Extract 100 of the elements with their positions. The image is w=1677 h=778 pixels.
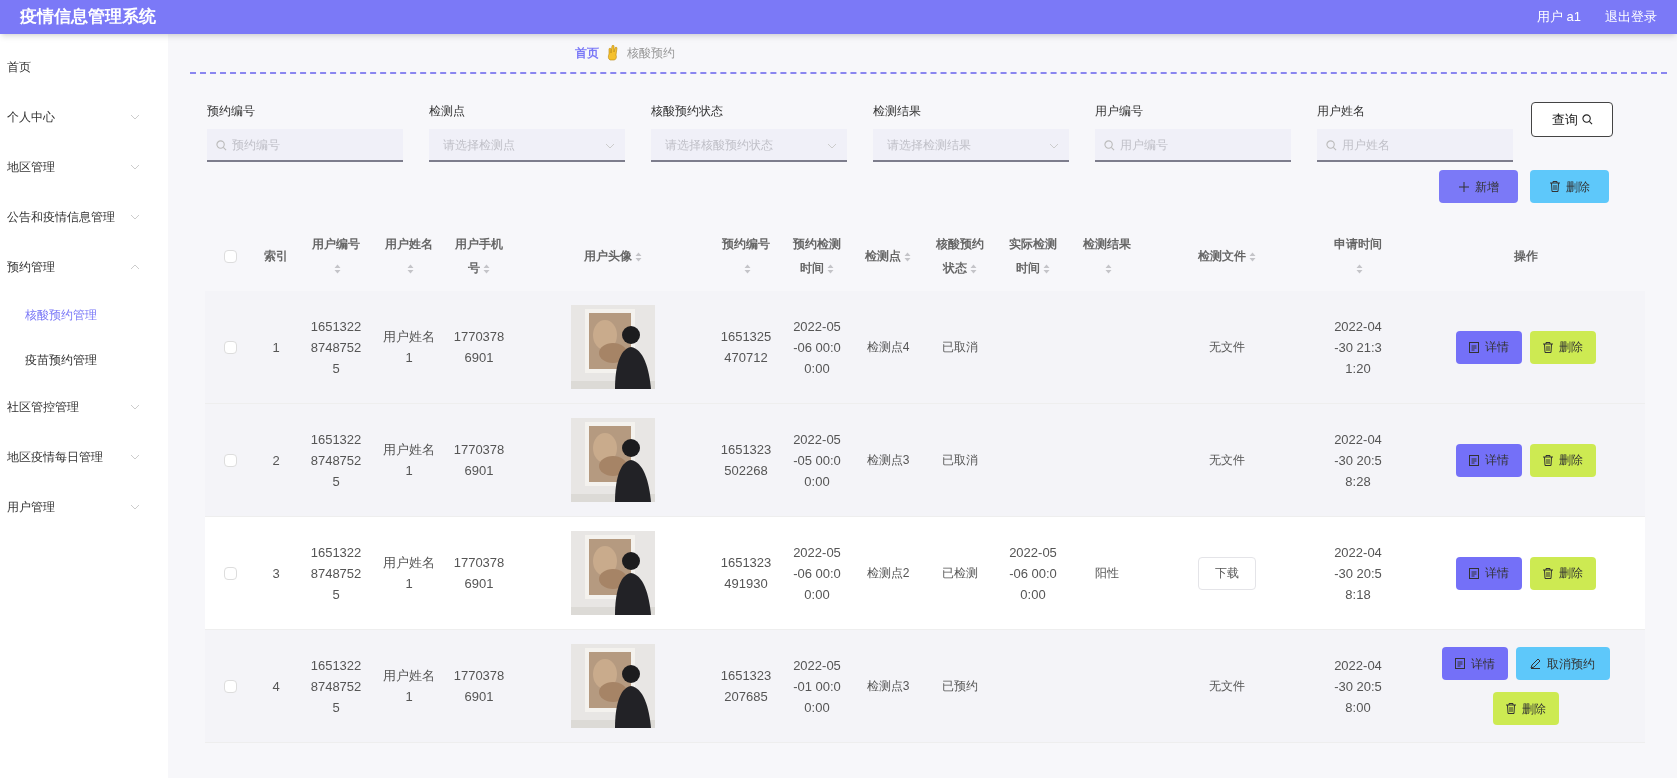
table-cell-text: 2022-04-30 20:58:28 xyxy=(1333,430,1383,491)
table-cell-text: 已预约 xyxy=(942,678,978,695)
sort-icon xyxy=(1105,263,1112,274)
checkbox[interactable] xyxy=(223,453,237,467)
table-cell-text: 无文件 xyxy=(1209,452,1245,469)
sidebar-item[interactable]: 公告和疫情信息管理 xyxy=(0,192,168,242)
trash-icon xyxy=(1542,567,1553,579)
delete-button[interactable]: 删除 xyxy=(1530,170,1609,203)
detail-button[interactable]: 详情 xyxy=(1455,556,1522,590)
table-cell-text: 165132287487525 xyxy=(310,543,362,604)
column-header[interactable]: 实际检测时间 xyxy=(1005,232,1061,280)
breadcrumb-link[interactable]: 首页 xyxy=(575,44,599,62)
detail-button[interactable]: 详情 xyxy=(1441,647,1508,680)
checkbox[interactable] xyxy=(223,566,237,580)
table-cell-text: 检测点2 xyxy=(866,565,910,582)
column-header[interactable]: 核酸预约状态 xyxy=(932,232,988,280)
sidebar-item[interactable]: 首页 xyxy=(0,42,168,92)
trash-icon xyxy=(1549,181,1560,192)
column-header[interactable]: 用户姓名 xyxy=(381,232,437,280)
table-cell-text: 用户姓名1 xyxy=(382,667,436,706)
sidebar-item[interactable]: 预约管理 xyxy=(0,242,168,292)
column-header[interactable]: 用户手机号 xyxy=(451,232,507,280)
search-icon xyxy=(1326,140,1337,151)
table-cell-text: 2 xyxy=(271,451,281,470)
table-cell-text: 2022-05-05 00:00:00 xyxy=(792,430,842,491)
document-icon xyxy=(1468,454,1479,466)
sidebar-item[interactable]: 社区管控管理 xyxy=(0,382,168,432)
filter-label: 检测点 xyxy=(429,103,466,120)
cancel-booking-button[interactable]: 取消预约 xyxy=(1515,647,1610,680)
column-header[interactable]: 检测结果 xyxy=(1079,232,1135,280)
table-cell-text: 检测点3 xyxy=(866,452,910,469)
sort-icon xyxy=(970,263,977,274)
table-cell-text: 用户姓名1 xyxy=(382,441,436,480)
table-cell-text: 2022-05-01 00:00:00 xyxy=(792,656,842,717)
sidebar-item[interactable]: 用户管理 xyxy=(0,482,168,532)
detail-button[interactable]: 详情 xyxy=(1455,330,1522,364)
table-cell-text: 165132287487525 xyxy=(310,656,362,717)
query-button[interactable]: 查询 xyxy=(1531,102,1613,137)
sort-icon xyxy=(904,251,911,262)
table-cell-text: 17703786901 xyxy=(453,328,505,367)
add-button[interactable]: 新增 xyxy=(1439,170,1518,203)
plus-icon xyxy=(1458,181,1469,192)
checkbox[interactable] xyxy=(223,679,237,693)
logout-link[interactable]: 退出登录 xyxy=(1605,7,1657,27)
sidebar-subitem[interactable]: 疫苗预约管理 xyxy=(0,337,168,382)
chevron-icon xyxy=(605,143,615,149)
table-cell-text: 1651323491930 xyxy=(720,554,772,593)
column-header: 操作 xyxy=(1513,248,1538,265)
detail-button[interactable]: 详情 xyxy=(1455,443,1522,477)
column-header[interactable]: 预约编号 xyxy=(718,232,774,280)
table-cell-text: 165132287487525 xyxy=(310,317,362,378)
sort-icon xyxy=(1249,251,1256,262)
hand-icon xyxy=(607,45,619,61)
delete-button[interactable]: 删除 xyxy=(1529,443,1596,477)
column-header[interactable]: 预约检测时间 xyxy=(789,232,845,280)
sort-icon xyxy=(744,263,751,274)
table-cell-text: 无文件 xyxy=(1209,339,1245,356)
filter-label: 用户编号 xyxy=(1095,103,1144,120)
table-cell-text: 已取消 xyxy=(942,452,978,469)
trash-icon xyxy=(1542,454,1553,466)
table-cell-text: 2022-04-30 20:58:18 xyxy=(1333,543,1383,604)
delete-button[interactable]: 删除 xyxy=(1492,692,1559,725)
table-cell-text: 4 xyxy=(271,677,281,696)
download-button[interactable]: 下载 xyxy=(1198,556,1256,590)
delete-button[interactable]: 删除 xyxy=(1529,556,1596,590)
table-cell-text: 2022-05-06 00:00:00 xyxy=(792,543,842,604)
search-icon xyxy=(1104,140,1115,151)
column-header[interactable]: 检测点 xyxy=(860,244,916,268)
column-header[interactable]: 申请时间 xyxy=(1330,232,1386,280)
filter-label: 核酸预约状态 xyxy=(651,103,724,120)
document-icon xyxy=(1468,567,1479,579)
checkbox[interactable] xyxy=(223,249,237,263)
sort-icon xyxy=(634,251,642,262)
column-header[interactable]: 用户编号 xyxy=(308,232,364,280)
user-name: 用户 a1 xyxy=(1536,8,1581,27)
table-cell-text: 2022-04-30 20:58:00 xyxy=(1333,656,1383,717)
column-header[interactable]: 用户头像 xyxy=(583,244,642,268)
sort-icon xyxy=(827,263,834,274)
table-cell-text: 用户姓名1 xyxy=(382,328,436,367)
trash-icon xyxy=(1542,341,1553,353)
checkbox[interactable] xyxy=(223,340,237,354)
chevron-icon xyxy=(827,143,837,149)
sidebar-item[interactable]: 地区疫情每日管理 xyxy=(0,432,168,482)
table-cell-text: 1 xyxy=(271,338,281,357)
table-cell-text: 已取消 xyxy=(942,339,978,356)
table-cell-text: 17703786901 xyxy=(453,667,505,706)
delete-button[interactable]: 删除 xyxy=(1529,330,1596,364)
filter-label: 检测结果 xyxy=(873,103,922,120)
filter-label: 预约编号 xyxy=(207,103,256,120)
sidebar-subitem[interactable]: 核酸预约管理 xyxy=(0,292,168,337)
table-cell-text: 17703786901 xyxy=(453,554,505,593)
column-header[interactable]: 检测文件 xyxy=(1198,244,1256,268)
table-cell-text: 3 xyxy=(271,564,281,583)
table-cell-text: 2022-05-06 00:00:00 xyxy=(792,317,842,378)
table-cell-text: 阳性 xyxy=(1095,565,1119,582)
sidebar-item[interactable]: 地区管理 xyxy=(0,142,168,192)
pen-icon xyxy=(1530,658,1541,669)
sidebar-item[interactable]: 个人中心 xyxy=(0,92,168,142)
table-cell-text: 1651323207685 xyxy=(720,667,772,706)
search-icon xyxy=(1581,114,1593,125)
